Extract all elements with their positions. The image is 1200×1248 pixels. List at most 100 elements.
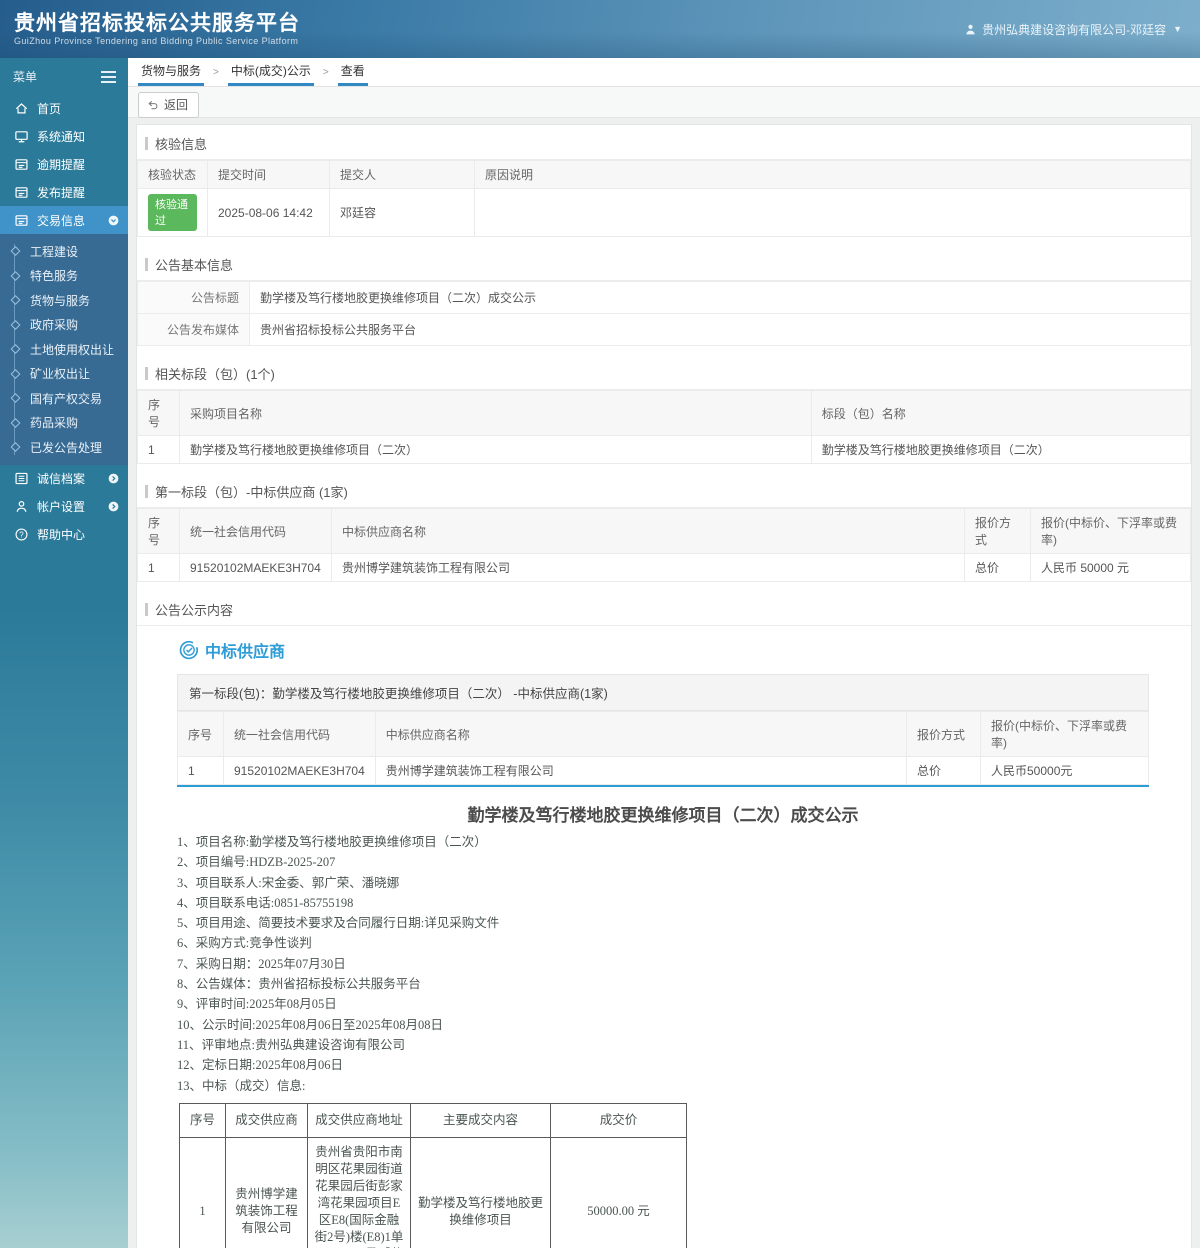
chevron-right-circle-icon [107, 472, 120, 485]
sidebar-item-credit-archive[interactable]: 诚信档案 [0, 465, 128, 493]
sidebar-subitem-label: 特色服务 [30, 267, 78, 284]
person-icon [14, 499, 29, 514]
section-basic-info: 公告基本信息 公告标题 勤学楼及笃行楼地胶更换维修项目（二次）成交公示 公告发布… [137, 254, 1191, 346]
field-value: 勤学楼及笃行楼地胶更换维修项目（二次）成交公示 [250, 282, 1191, 314]
sidebar-subitem-label: 工程建设 [30, 243, 78, 260]
sidebar-subitem-published-announcements[interactable]: 已发公告处理 [0, 435, 128, 460]
sidebar-subitem-label: 已发公告处理 [30, 439, 102, 456]
list-icon [14, 471, 29, 486]
breadcrumb-separator-icon: > [213, 67, 219, 86]
col-header: 原因说明 [475, 161, 1191, 189]
sidebar-subitem-label: 土地使用权出让 [30, 341, 114, 358]
svg-text:?: ? [19, 530, 24, 539]
sidebar-item-account-settings[interactable]: 帐户设置 [0, 493, 128, 521]
breadcrumb-separator-icon: > [323, 67, 329, 86]
toolbar: 返回 [128, 87, 1200, 118]
announcement-document: 勤学楼及笃行楼地胶更换维修项目（二次）成交公示 1、项目名称:勤学楼及笃行楼地胶… [177, 801, 1149, 1248]
doc-paragraph: 5、项目用途、简要技术要求及合同履行日期:详见采购文件 [177, 913, 1149, 933]
sidebar-item-help-center[interactable]: ?帮助中心 [0, 521, 128, 549]
user-icon [964, 23, 977, 36]
breadcrumb-item[interactable]: 查看 [338, 57, 368, 86]
back-button[interactable]: 返回 [138, 92, 199, 118]
col-header: 提交时间 [208, 161, 330, 189]
sidebar-subitem-goods-services[interactable]: 货物与服务 [0, 288, 128, 313]
user-menu[interactable]: 贵州弘典建设咨询有限公司-邓廷容 ▼ [964, 21, 1182, 38]
col-header: 核验状态 [138, 161, 208, 189]
col-header: 序号 [178, 712, 224, 757]
col-header: 序号 [138, 509, 180, 554]
menu-label: 菜单 [13, 68, 37, 85]
col-header: 采购项目名称 [180, 391, 812, 436]
section-bar [145, 137, 148, 150]
sidebar-nav: 首页系统通知逾期提醒发布提醒交易信息工程建设特色服务货物与服务政府采购土地使用权… [0, 94, 128, 549]
col-header: 统一社会信用代码 [180, 509, 332, 554]
winner-badge-heading: 中标供应商 [179, 638, 1149, 662]
folder-icon [14, 185, 29, 200]
sidebar-item-system-notice[interactable]: 系统通知 [0, 122, 128, 150]
announcement-body: 中标供应商 第一标段(包)：勤学楼及笃行楼地胶更换维修项目（二次） -中标供应商… [177, 638, 1149, 1248]
submitter: 邓廷容 [330, 189, 475, 237]
table-row: 1 91520102MAEKE3H704 贵州博学建筑装饰工程有限公司 总价 人… [138, 554, 1191, 582]
sidebar-subitem-state-owned-property[interactable]: 国有产权交易 [0, 386, 128, 411]
col-header: 中标供应商名称 [332, 509, 965, 554]
field-value: 贵州省招标投标公共服务平台 [250, 314, 1191, 346]
user-name: 贵州弘典建设咨询有限公司-邓廷容 [982, 21, 1166, 38]
sidebar-item-publish-reminder[interactable]: 发布提醒 [0, 178, 128, 206]
chevron-down-circle-icon [107, 214, 120, 227]
sidebar-item-label: 帐户设置 [37, 498, 85, 515]
status-badge: 核验通过 [148, 194, 197, 231]
content-winner-table: 序号 统一社会信用代码 中标供应商名称 报价方式 报价(中标价、下浮率或费率) … [177, 711, 1149, 785]
winner-table: 序号 统一社会信用代码 中标供应商名称 报价方式 报价(中标价、下浮率或费率) … [137, 508, 1191, 582]
sidebar-item-label: 交易信息 [37, 212, 85, 229]
sidebar-subitem-drug-procurement[interactable]: 药品采购 [0, 411, 128, 436]
section-title: 第一标段（包）-中标供应商 (1家) [155, 482, 348, 501]
col-header: 主要成交内容 [411, 1103, 551, 1137]
sidebar-subitem-government-procurement[interactable]: 政府采购 [0, 313, 128, 338]
sidebar-item-trade-info[interactable]: 交易信息 [0, 206, 128, 234]
sidebar-subitem-label: 国有产权交易 [30, 390, 102, 407]
col-header: 成交供应商地址 [308, 1103, 411, 1137]
doc-paragraph: 11、评审地点:贵州弘典建设咨询有限公司 [177, 1035, 1149, 1055]
hamburger-icon[interactable] [101, 71, 116, 83]
app-title: 贵州省招标投标公共服务平台 [14, 12, 300, 36]
table-row: 公告标题 勤学楼及笃行楼地胶更换维修项目（二次）成交公示 [138, 282, 1191, 314]
breadcrumb-item[interactable]: 货物与服务 [138, 57, 204, 86]
section-title: 公告公示内容 [155, 600, 233, 619]
section-bar [145, 603, 148, 616]
chevron-right-circle-icon [107, 500, 120, 513]
monitor-icon [14, 129, 29, 144]
sidebar-subitem-label: 矿业权出让 [30, 365, 90, 382]
app-subtitle: GuiZhou Province Tendering and Bidding P… [14, 36, 300, 46]
doc-paragraph: 13、中标（成交）信息: [177, 1076, 1149, 1096]
sidebar-item-home[interactable]: 首页 [0, 94, 128, 122]
table-row: 核验通过 2025-08-06 14:42 邓廷容 [138, 189, 1191, 237]
field-label: 公告发布媒体 [138, 314, 250, 346]
col-header: 报价方式 [965, 509, 1031, 554]
section-verify: 核验信息 核验状态 提交时间 提交人 原因说明 核验通过 2025-08-06 … [137, 133, 1191, 237]
document-title: 勤学楼及笃行楼地胶更换维修项目（二次）成交公示 [177, 801, 1149, 826]
basic-info-table: 公告标题 勤学楼及笃行楼地胶更换维修项目（二次）成交公示 公告发布媒体 贵州省招… [137, 281, 1191, 346]
sidebar-subitem-mining-rights[interactable]: 矿业权出让 [0, 362, 128, 387]
sidebar-subitem-label: 政府采购 [30, 316, 78, 333]
col-header: 成交价 [551, 1103, 687, 1137]
doc-paragraph: 3、项目联系人:宋金委、郭广荣、潘晓娜 [177, 873, 1149, 893]
doc-paragraph: 2、项目编号:HDZB-2025-207 [177, 852, 1149, 872]
related-lots-table: 序号 采购项目名称 标段（包）名称 1 勤学楼及笃行楼地胶更换维修项目（二次） … [137, 390, 1191, 464]
doc-paragraph: 4、项目联系电话:0851-85755198 [177, 893, 1149, 913]
sidebar-subitem-featured-services[interactable]: 特色服务 [0, 264, 128, 289]
doc-paragraph: 6、采购方式:竞争性谈判 [177, 933, 1149, 953]
main-content: 货物与服务>中标(成交)公示>查看 返回 核验信息 核验状态 提交时间 [128, 58, 1200, 1248]
sidebar-item-overdue-reminder[interactable]: 逾期提醒 [0, 150, 128, 178]
breadcrumb: 货物与服务 > 中标(成交)公示 > 查看 [128, 58, 1200, 87]
app-header: 贵州省招标投标公共服务平台 GuiZhou Province Tendering… [0, 0, 1200, 58]
col-header: 报价方式 [907, 712, 981, 757]
breadcrumb-item[interactable]: 中标(成交)公示 [228, 57, 314, 86]
doc-paragraph: 10、公示时间:2025年08月06日至2025年08月08日 [177, 1015, 1149, 1035]
sidebar-subitem-land-use-rights[interactable]: 土地使用权出让 [0, 337, 128, 362]
sidebar-menu-header: 菜单 [0, 58, 128, 94]
sidebar-subitem-project-construction[interactable]: 工程建设 [0, 239, 128, 264]
submit-time: 2025-08-06 14:42 [208, 189, 330, 237]
section-related-lots: 相关标段（包）(1个) 序号 采购项目名称 标段（包）名称 1 勤学楼及笃行楼地… [137, 363, 1191, 464]
section-title: 相关标段（包）(1个) [155, 364, 275, 383]
doc-paragraph: 7、采购日期：2025年07月30日 [177, 954, 1149, 974]
